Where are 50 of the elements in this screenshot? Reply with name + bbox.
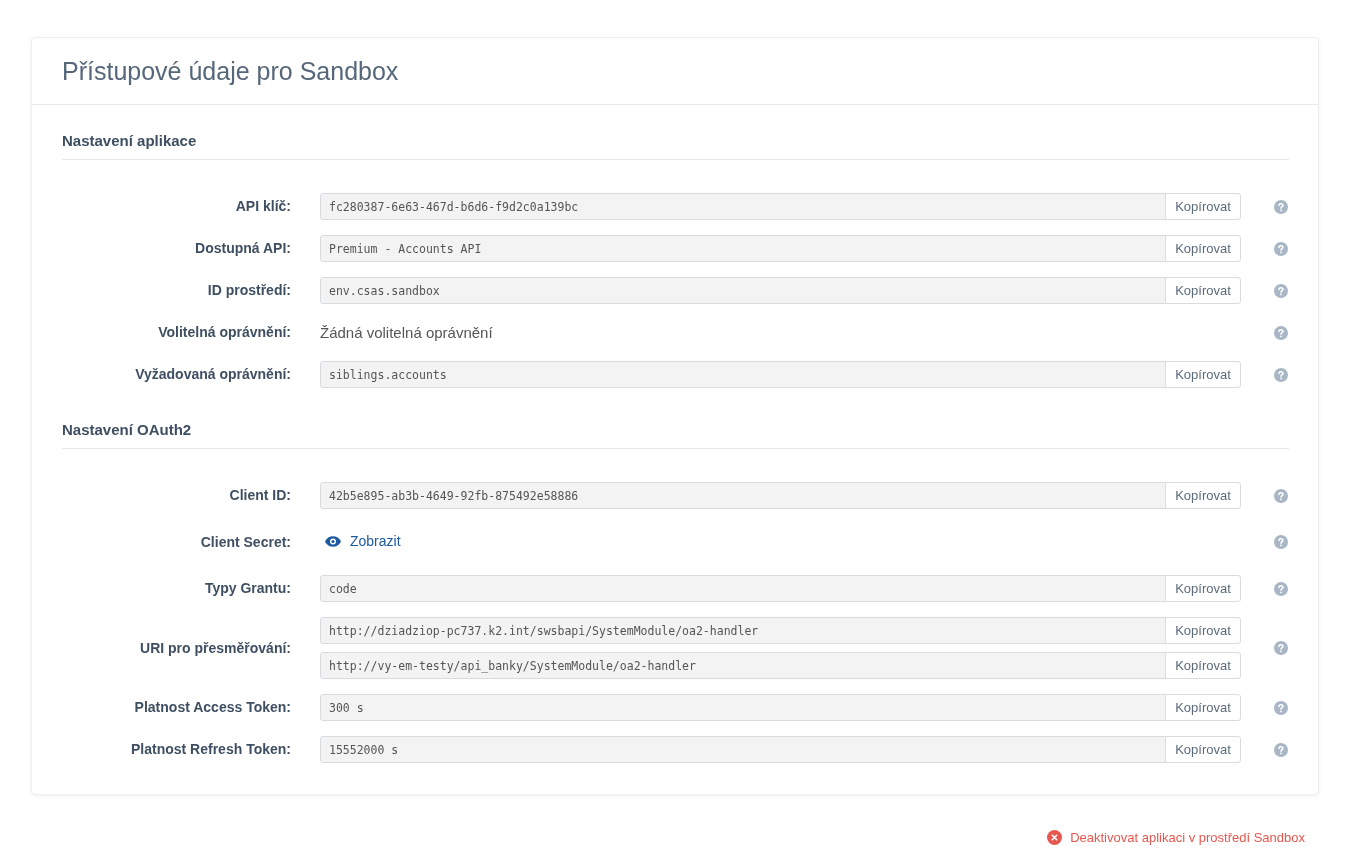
- help-icon: [1274, 742, 1288, 757]
- x-circle-icon: [1047, 830, 1063, 846]
- show-link[interactable]: Zobrazit: [320, 531, 401, 552]
- help-icon: [1274, 241, 1288, 256]
- copy-button[interactable]: Kopírovat: [1165, 277, 1241, 304]
- eye-icon: [325, 536, 341, 547]
- input-field[interactable]: 42b5e895-ab3b-4649-92fb-875492e58886: [320, 482, 1166, 509]
- card-title: Přístupové údaje pro Sandbox: [62, 56, 399, 86]
- section-heading: Nastavení aplikace: [62, 132, 1289, 160]
- input-field[interactable]: siblings.accounts: [320, 361, 1166, 388]
- field-label: Client ID:: [228, 486, 291, 505]
- help-icon: [1274, 535, 1288, 549]
- field-label: Client Secret:: [199, 532, 291, 552]
- help-icon: [1274, 641, 1288, 655]
- copy-button[interactable]: Kopírovat: [1165, 652, 1241, 679]
- section-heading: Nastavení OAuth2: [62, 421, 1289, 449]
- help-icon: [1274, 700, 1288, 715]
- input-field[interactable]: 300 s: [320, 694, 1166, 721]
- help-icon: [1274, 283, 1288, 298]
- field-label: Typy Grantu:: [203, 579, 291, 598]
- help-icon: [1274, 325, 1288, 340]
- input-field[interactable]: 15552000 s: [320, 736, 1166, 763]
- input-field[interactable]: Premium - Accounts API: [320, 235, 1166, 262]
- copy-button[interactable]: Kopírovat: [1165, 193, 1241, 220]
- help-icon: [1274, 488, 1288, 503]
- help-icon: [1274, 367, 1288, 382]
- input-field[interactable]: code: [320, 575, 1166, 602]
- input-field[interactable]: http://vy-em-testy/api_banky/SystemModule/oa2-handler: [320, 652, 1166, 679]
- field-label: API klíč:: [234, 197, 291, 216]
- help-icon: [1274, 199, 1288, 214]
- field-label: Volitelná oprávnění:: [157, 323, 291, 342]
- copy-button[interactable]: Kopírovat: [1165, 482, 1241, 509]
- copy-button[interactable]: Kopírovat: [1165, 617, 1241, 644]
- input-field[interactable]: env.csas.sandbox: [320, 277, 1166, 304]
- copy-button[interactable]: Kopírovat: [1165, 575, 1241, 602]
- field-label: Vyžadovaná oprávnění:: [134, 365, 291, 384]
- copy-button[interactable]: Kopírovat: [1165, 736, 1241, 763]
- field-label: Platnost Refresh Token:: [130, 740, 291, 759]
- input-field[interactable]: http://dziadziop-pc737.k2.int/swsbapi/SystemModule/oa2-handler: [320, 617, 1166, 644]
- input-field[interactable]: fc280387-6e63-467d-b6d6-f9d2c0a139bc: [320, 193, 1166, 220]
- field-label: URI pro přesměřování:: [139, 638, 291, 658]
- field-label: ID prostředí:: [206, 281, 291, 300]
- field-label: Platnost Access Token:: [133, 698, 291, 717]
- deactivate-link[interactable]: Deaktivovat aplikaci v prostředí Sandbox: [1047, 828, 1305, 848]
- copy-button[interactable]: Kopírovat: [1165, 361, 1241, 388]
- copy-button[interactable]: Kopírovat: [1165, 694, 1241, 721]
- value-text: Žádná volitelná oprávnění: [320, 323, 493, 341]
- field-label: Dostupná API:: [194, 239, 291, 258]
- copy-button[interactable]: Kopírovat: [1165, 235, 1241, 262]
- help-icon: [1274, 581, 1288, 596]
